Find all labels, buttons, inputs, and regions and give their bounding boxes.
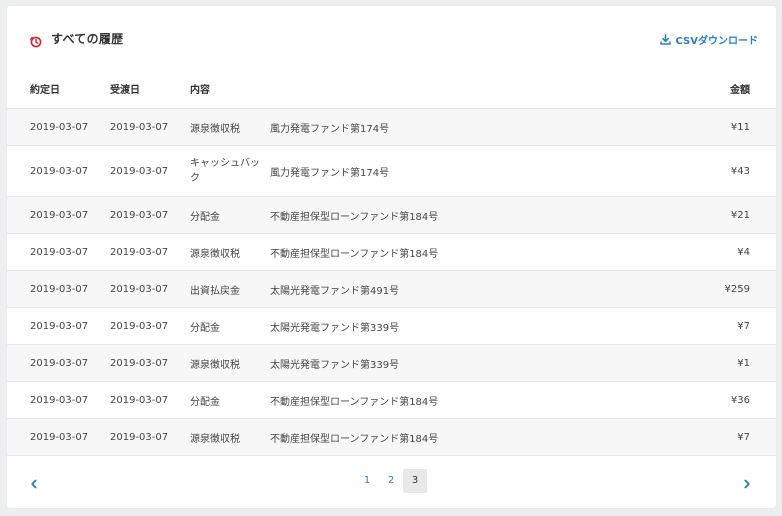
column-header-type: 内容 (190, 69, 270, 109)
table-row: 2019-03-07 2019-03-07 源泉徴収税 不動産担保型ローンファン… (7, 233, 776, 271)
table-row: 2019-03-07 2019-03-07 キャッシュバック 風力発電ファンド第… (7, 145, 776, 197)
type-cell: 分配金 (190, 196, 270, 234)
delivery-date-cell: 2019-03-07 (110, 233, 190, 271)
history-table: 約定日 受渡日 内容 金額 2019-03-07 2019-03-07 源泉徴収… (7, 69, 776, 456)
type-cell: 源泉徴収税 (190, 418, 270, 456)
amount-cell: ¥11 (670, 108, 776, 146)
table-header-row: 約定日 受渡日 内容 金額 (7, 69, 776, 109)
fund-cell: 風力発電ファンド第174号 (270, 145, 670, 197)
chevron-right-icon[interactable] (740, 476, 754, 490)
delivery-date-cell: 2019-03-07 (110, 307, 190, 345)
column-header-delivery-date: 受渡日 (110, 69, 190, 109)
type-cell-text: キャッシュバック (190, 158, 260, 184)
contract-date-cell: 2019-03-07 (7, 233, 110, 271)
contract-date-cell: 2019-03-07 (7, 145, 110, 197)
chevron-left-icon[interactable] (27, 476, 41, 490)
type-cell: 分配金 (190, 381, 270, 419)
table-row: 2019-03-07 2019-03-07 源泉徴収税 不動産担保型ローンファン… (7, 418, 776, 456)
contract-date-cell: 2019-03-07 (7, 418, 110, 456)
table-row: 2019-03-07 2019-03-07 分配金 不動産担保型ローンファンド第… (7, 196, 776, 234)
table-row: 2019-03-07 2019-03-07 源泉徴収税 風力発電ファンド第174… (7, 108, 776, 146)
contract-date-cell: 2019-03-07 (7, 344, 110, 382)
delivery-date-cell: 2019-03-07 (110, 108, 190, 146)
page-button-2[interactable]: 2 (379, 469, 403, 493)
amount-cell: ¥4 (670, 233, 776, 271)
amount-cell: ¥36 (670, 381, 776, 419)
fund-cell: 太陽光発電ファンド第339号 (270, 307, 670, 345)
pagination: 1 2 3 (7, 458, 776, 508)
fund-cell: 不動産担保型ローンファンド第184号 (270, 418, 670, 456)
type-cell: 出資払戻金 (190, 270, 270, 308)
table-row: 2019-03-07 2019-03-07 分配金 太陽光発電ファンド第339号… (7, 307, 776, 345)
fund-cell: 不動産担保型ローンファンド第184号 (270, 381, 670, 419)
fund-cell: 不動産担保型ローンファンド第184号 (270, 233, 670, 271)
title-group: すべての履歴 (29, 30, 124, 47)
contract-date-cell: 2019-03-07 (7, 270, 110, 308)
history-card: すべての履歴 CSVダウンロード 約定日 受渡日 内容 金額 2019-03-0… (7, 6, 776, 508)
clock-icon (29, 33, 42, 47)
amount-cell: ¥43 (670, 145, 776, 197)
table-row: 2019-03-07 2019-03-07 分配金 不動産担保型ローンファンド第… (7, 381, 776, 419)
download-icon (659, 34, 671, 45)
page-title: すべての履歴 (51, 32, 124, 46)
card-header: すべての履歴 CSVダウンロード (7, 6, 776, 68)
contract-date-cell: 2019-03-07 (7, 381, 110, 419)
delivery-date-cell: 2019-03-07 (110, 381, 190, 419)
amount-cell: ¥1 (670, 344, 776, 382)
delivery-date-cell: 2019-03-07 (110, 344, 190, 382)
amount-cell: ¥7 (670, 418, 776, 456)
contract-date-cell: 2019-03-07 (7, 108, 110, 146)
amount-cell: ¥259 (670, 270, 776, 308)
type-cell: 源泉徴収税 (190, 344, 270, 382)
column-header-amount: 金額 (670, 69, 776, 109)
type-cell: 分配金 (190, 307, 270, 345)
delivery-date-cell: 2019-03-07 (110, 145, 190, 197)
contract-date-cell: 2019-03-07 (7, 196, 110, 234)
delivery-date-cell: 2019-03-07 (110, 270, 190, 308)
csv-download-label: CSVダウンロード (675, 36, 758, 47)
page-button-3-current[interactable]: 3 (403, 469, 427, 493)
amount-cell: ¥7 (670, 307, 776, 345)
table-row: 2019-03-07 2019-03-07 源泉徴収税 太陽光発電ファンド第33… (7, 344, 776, 382)
contract-date-cell: 2019-03-07 (7, 307, 110, 345)
delivery-date-cell: 2019-03-07 (110, 418, 190, 456)
fund-cell: 太陽光発電ファンド第491号 (270, 270, 670, 308)
fund-cell: 不動産担保型ローンファンド第184号 (270, 196, 670, 234)
type-cell: 源泉徴収税 (190, 233, 270, 271)
column-header-contract-date: 約定日 (7, 69, 110, 109)
type-cell: 源泉徴収税 (190, 108, 270, 146)
amount-cell: ¥21 (670, 196, 776, 234)
fund-cell: 太陽光発電ファンド第339号 (270, 344, 670, 382)
csv-download-button[interactable]: CSVダウンロード (659, 32, 758, 47)
fund-cell: 風力発電ファンド第174号 (270, 108, 670, 146)
table-row: 2019-03-07 2019-03-07 出資払戻金 太陽光発電ファンド第49… (7, 270, 776, 308)
delivery-date-cell: 2019-03-07 (110, 196, 190, 234)
page-numbers: 1 2 3 (355, 469, 427, 493)
type-cell: キャッシュバック (190, 145, 270, 197)
column-header-fund (270, 69, 670, 109)
page-button-1[interactable]: 1 (355, 469, 379, 493)
